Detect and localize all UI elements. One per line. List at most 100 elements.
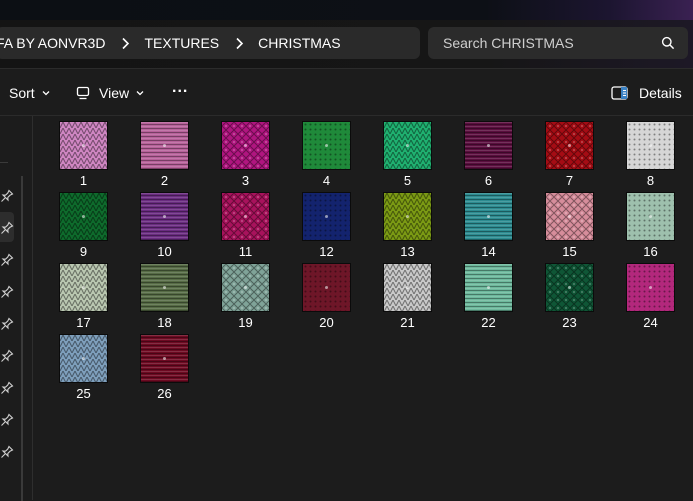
file-item[interactable]: 23: [546, 258, 594, 330]
file-item[interactable]: 2: [141, 116, 189, 188]
file-item[interactable]: 25: [60, 329, 108, 401]
file-item[interactable]: 4: [303, 116, 351, 188]
file-name-label: 3: [241, 173, 250, 188]
file-name-label: 9: [79, 244, 88, 259]
file-thumbnail: [60, 335, 107, 382]
file-name-label: 10: [157, 244, 172, 259]
file-thumbnail: [465, 193, 512, 240]
file-thumbnail: [546, 193, 593, 240]
file-item[interactable]: 6: [465, 116, 513, 188]
file-name-label: 4: [322, 173, 331, 188]
file-thumbnail: [546, 264, 593, 311]
file-name-label: 12: [319, 244, 334, 259]
file-item[interactable]: 10: [141, 187, 189, 259]
file-name-label: 1: [79, 173, 88, 188]
file-thumbnail: [627, 193, 674, 240]
search-input[interactable]: Search CHRISTMAS: [443, 35, 661, 51]
chevron-right-icon: [122, 37, 130, 49]
file-thumbnail: [465, 264, 512, 311]
file-thumbnail: [141, 193, 188, 240]
file-thumbnail: [384, 193, 431, 240]
file-thumbnail: [546, 122, 593, 169]
details-label: Details: [639, 85, 682, 101]
breadcrumb[interactable]: FA BY AONVR3D TEXTURES CHRISTMAS: [0, 27, 420, 59]
file-thumbnail: [627, 122, 674, 169]
file-item[interactable]: 9: [60, 187, 108, 259]
view-icon: [76, 86, 90, 100]
file-name-label: 14: [481, 244, 496, 259]
file-item[interactable]: 15: [546, 187, 594, 259]
file-thumbnail: [60, 264, 107, 311]
file-name-label: 21: [400, 315, 415, 330]
file-thumbnail: [303, 193, 350, 240]
sort-label: Sort: [9, 85, 35, 101]
breadcrumb-item-root[interactable]: FA BY AONVR3D: [0, 35, 115, 51]
file-item[interactable]: 26: [141, 329, 189, 401]
file-item[interactable]: 12: [303, 187, 351, 259]
file-name-label: 8: [646, 173, 655, 188]
file-thumbnail: [222, 193, 269, 240]
file-name-label: 20: [319, 315, 334, 330]
file-item[interactable]: 1: [60, 116, 108, 188]
sort-button[interactable]: Sort: [0, 82, 51, 104]
chevron-down-icon: [42, 91, 50, 96]
view-label: View: [99, 85, 130, 101]
breadcrumb-item-christmas[interactable]: CHRISTMAS: [258, 35, 350, 51]
chevron-right-icon: [236, 37, 244, 49]
file-name-label: 18: [157, 315, 172, 330]
details-button[interactable]: Details: [611, 82, 682, 104]
file-thumbnail: [222, 122, 269, 169]
file-name-label: 26: [157, 386, 172, 401]
file-name-label: 16: [643, 244, 658, 259]
file-thumbnail: [384, 122, 431, 169]
file-name-label: 13: [400, 244, 415, 259]
file-thumbnail: [141, 264, 188, 311]
file-thumbnail: [141, 122, 188, 169]
file-grid: 1 2 3 4 5 6 7 8 9 10 11 12 13 14 15 16 17 18 19 20 21 22 23 24 2…: [0, 116, 693, 500]
title-bar: [0, 0, 693, 20]
file-name-label: 19: [238, 315, 253, 330]
file-name-label: 24: [643, 315, 658, 330]
file-name-label: 15: [562, 244, 577, 259]
file-name-label: 23: [562, 315, 577, 330]
file-thumbnail: [627, 264, 674, 311]
search-icon[interactable]: [661, 36, 675, 50]
file-name-label: 17: [76, 315, 91, 330]
file-name-label: 7: [565, 173, 574, 188]
file-item[interactable]: 5: [384, 116, 432, 188]
file-thumbnail: [141, 335, 188, 382]
file-item[interactable]: 11: [222, 187, 270, 259]
file-item[interactable]: 21: [384, 258, 432, 330]
search-box[interactable]: Search CHRISTMAS: [428, 27, 688, 59]
file-thumbnail: [222, 264, 269, 311]
file-thumbnail: [303, 122, 350, 169]
file-item[interactable]: 7: [546, 116, 594, 188]
file-thumbnail: [465, 122, 512, 169]
file-thumbnail: [384, 264, 431, 311]
file-name-label: 11: [238, 244, 253, 259]
file-thumbnail: [303, 264, 350, 311]
file-item[interactable]: 3: [222, 116, 270, 188]
file-name-label: 25: [76, 386, 91, 401]
file-item[interactable]: 24: [627, 258, 675, 330]
view-button[interactable]: View: [76, 82, 145, 104]
file-item[interactable]: 8: [627, 116, 675, 188]
details-pane-icon: [611, 86, 628, 100]
file-item[interactable]: 22: [465, 258, 513, 330]
file-item[interactable]: 17: [60, 258, 108, 330]
file-item[interactable]: 14: [465, 187, 513, 259]
file-item[interactable]: 20: [303, 258, 351, 330]
more-options-button[interactable]: ...: [172, 77, 188, 99]
file-item[interactable]: 18: [141, 258, 189, 330]
breadcrumb-item-textures[interactable]: TEXTURES: [144, 35, 229, 51]
file-item[interactable]: 13: [384, 187, 432, 259]
file-name-label: 2: [160, 173, 169, 188]
chevron-down-icon: [136, 91, 144, 96]
file-name-label: 5: [403, 173, 412, 188]
file-thumbnail: [60, 122, 107, 169]
file-item[interactable]: 16: [627, 187, 675, 259]
command-bar: Sort View ... Details: [0, 68, 693, 116]
more-options-icon: ...: [172, 79, 189, 96]
file-thumbnail: [60, 193, 107, 240]
file-item[interactable]: 19: [222, 258, 270, 330]
